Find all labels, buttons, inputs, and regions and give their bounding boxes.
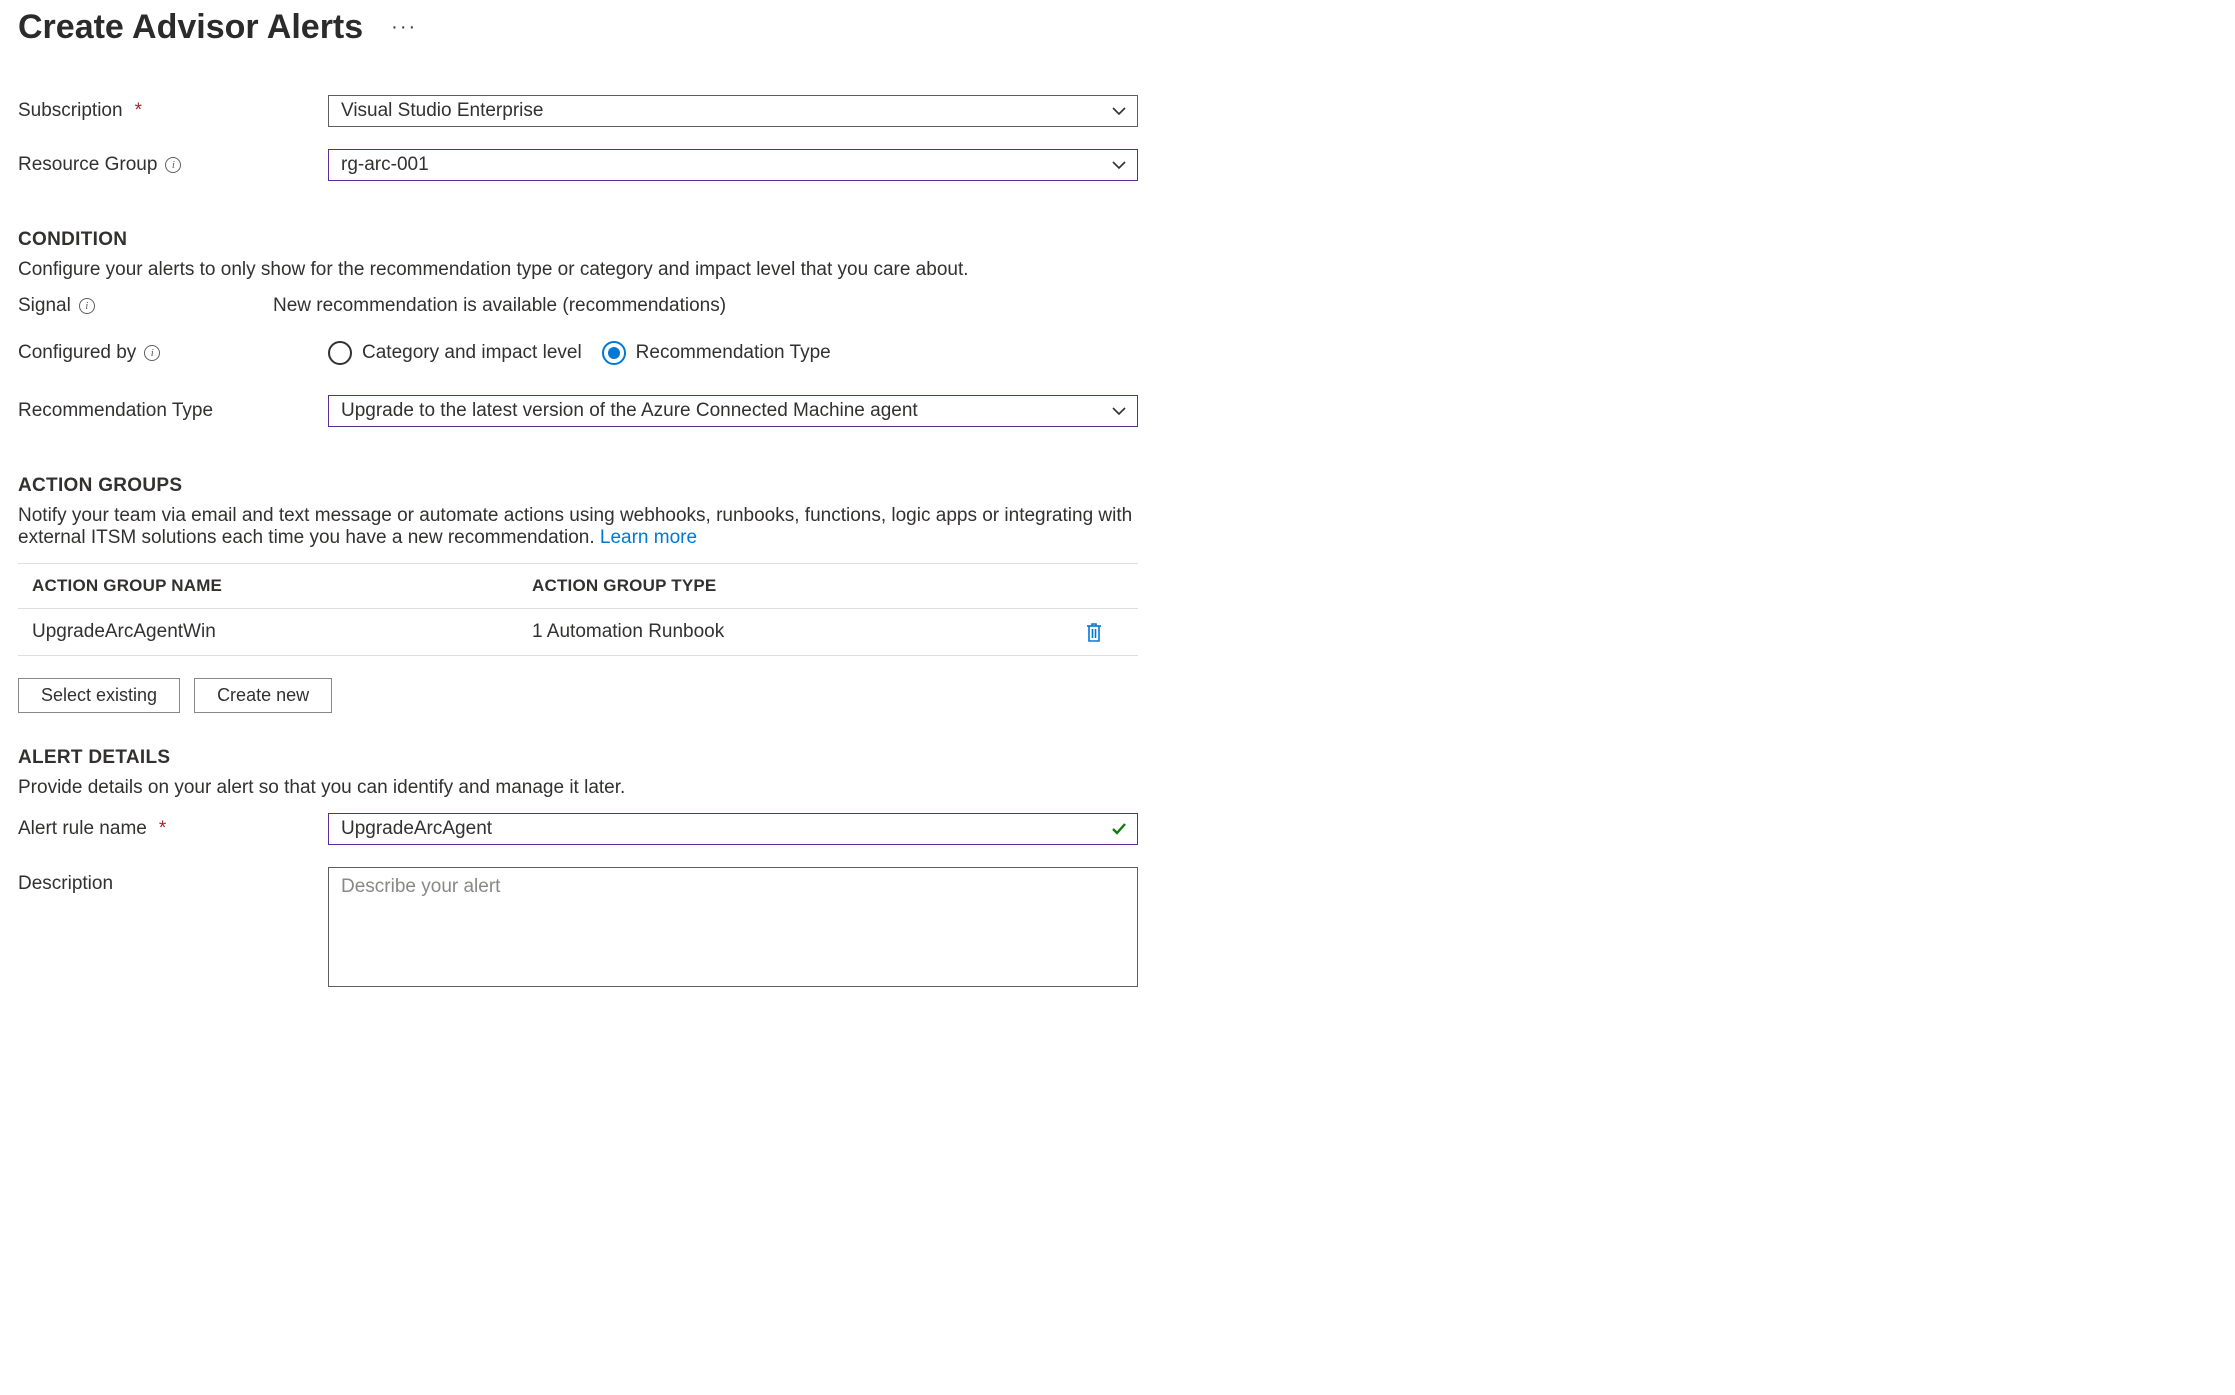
action-groups-heading: ACTION GROUPS [18, 475, 2217, 497]
table-row: UpgradeArcAgentWin 1 Automation Runbook [18, 609, 1138, 656]
checkmark-icon [1110, 820, 1128, 838]
action-groups-table: ACTION GROUP NAME ACTION GROUP TYPE Upgr… [18, 563, 1138, 656]
alert-details-desc: Provide details on your alert so that yo… [18, 777, 1138, 799]
required-indicator: * [135, 100, 142, 122]
signal-label: Signal [18, 295, 71, 317]
radio-unchecked-icon [328, 341, 352, 365]
radio-recommendation-type[interactable]: Recommendation Type [602, 341, 831, 365]
recommendation-type-label: Recommendation Type [18, 400, 213, 422]
action-group-type: 1 Automation Runbook [532, 621, 1064, 643]
description-label: Description [18, 873, 113, 895]
info-icon[interactable]: i [165, 157, 181, 173]
radio-rectype-label: Recommendation Type [636, 342, 831, 364]
recommendation-type-value: Upgrade to the latest version of the Azu… [341, 400, 918, 422]
alert-rule-name-input[interactable] [328, 813, 1138, 845]
subscription-dropdown[interactable]: Visual Studio Enterprise [328, 95, 1138, 127]
radio-category-label: Category and impact level [362, 342, 582, 364]
recommendation-type-dropdown[interactable]: Upgrade to the latest version of the Azu… [328, 395, 1138, 427]
chevron-down-icon [1111, 403, 1127, 419]
col-action-group-type: ACTION GROUP TYPE [532, 576, 1064, 596]
chevron-down-icon [1111, 103, 1127, 119]
resource-group-label: Resource Group [18, 154, 157, 176]
radio-checked-icon [602, 341, 626, 365]
alert-details-heading: ALERT DETAILS [18, 747, 2217, 769]
col-action-group-name: ACTION GROUP NAME [32, 576, 532, 596]
required-indicator: * [159, 818, 166, 840]
learn-more-link[interactable]: Learn more [600, 527, 697, 548]
resource-group-value: rg-arc-001 [341, 154, 429, 176]
resource-group-dropdown[interactable]: rg-arc-001 [328, 149, 1138, 181]
action-group-name: UpgradeArcAgentWin [32, 621, 532, 643]
subscription-value: Visual Studio Enterprise [341, 100, 543, 122]
delete-icon[interactable] [1084, 621, 1104, 643]
alert-rule-name-label: Alert rule name [18, 818, 147, 840]
subscription-label: Subscription [18, 100, 123, 122]
chevron-down-icon [1111, 157, 1127, 173]
condition-heading: CONDITION [18, 229, 2217, 251]
create-new-button[interactable]: Create new [194, 678, 332, 713]
description-textarea[interactable] [328, 867, 1138, 987]
radio-category-impact[interactable]: Category and impact level [328, 341, 582, 365]
info-icon[interactable]: i [144, 345, 160, 361]
select-existing-button[interactable]: Select existing [18, 678, 180, 713]
signal-value: New recommendation is available (recomme… [273, 295, 726, 317]
more-actions-button[interactable]: ··· [391, 16, 417, 39]
page-title: Create Advisor Alerts [18, 8, 363, 47]
configured-by-label: Configured by [18, 342, 136, 364]
condition-desc: Configure your alerts to only show for t… [18, 259, 1138, 281]
info-icon[interactable]: i [79, 298, 95, 314]
action-groups-desc: Notify your team via email and text mess… [18, 505, 1138, 549]
